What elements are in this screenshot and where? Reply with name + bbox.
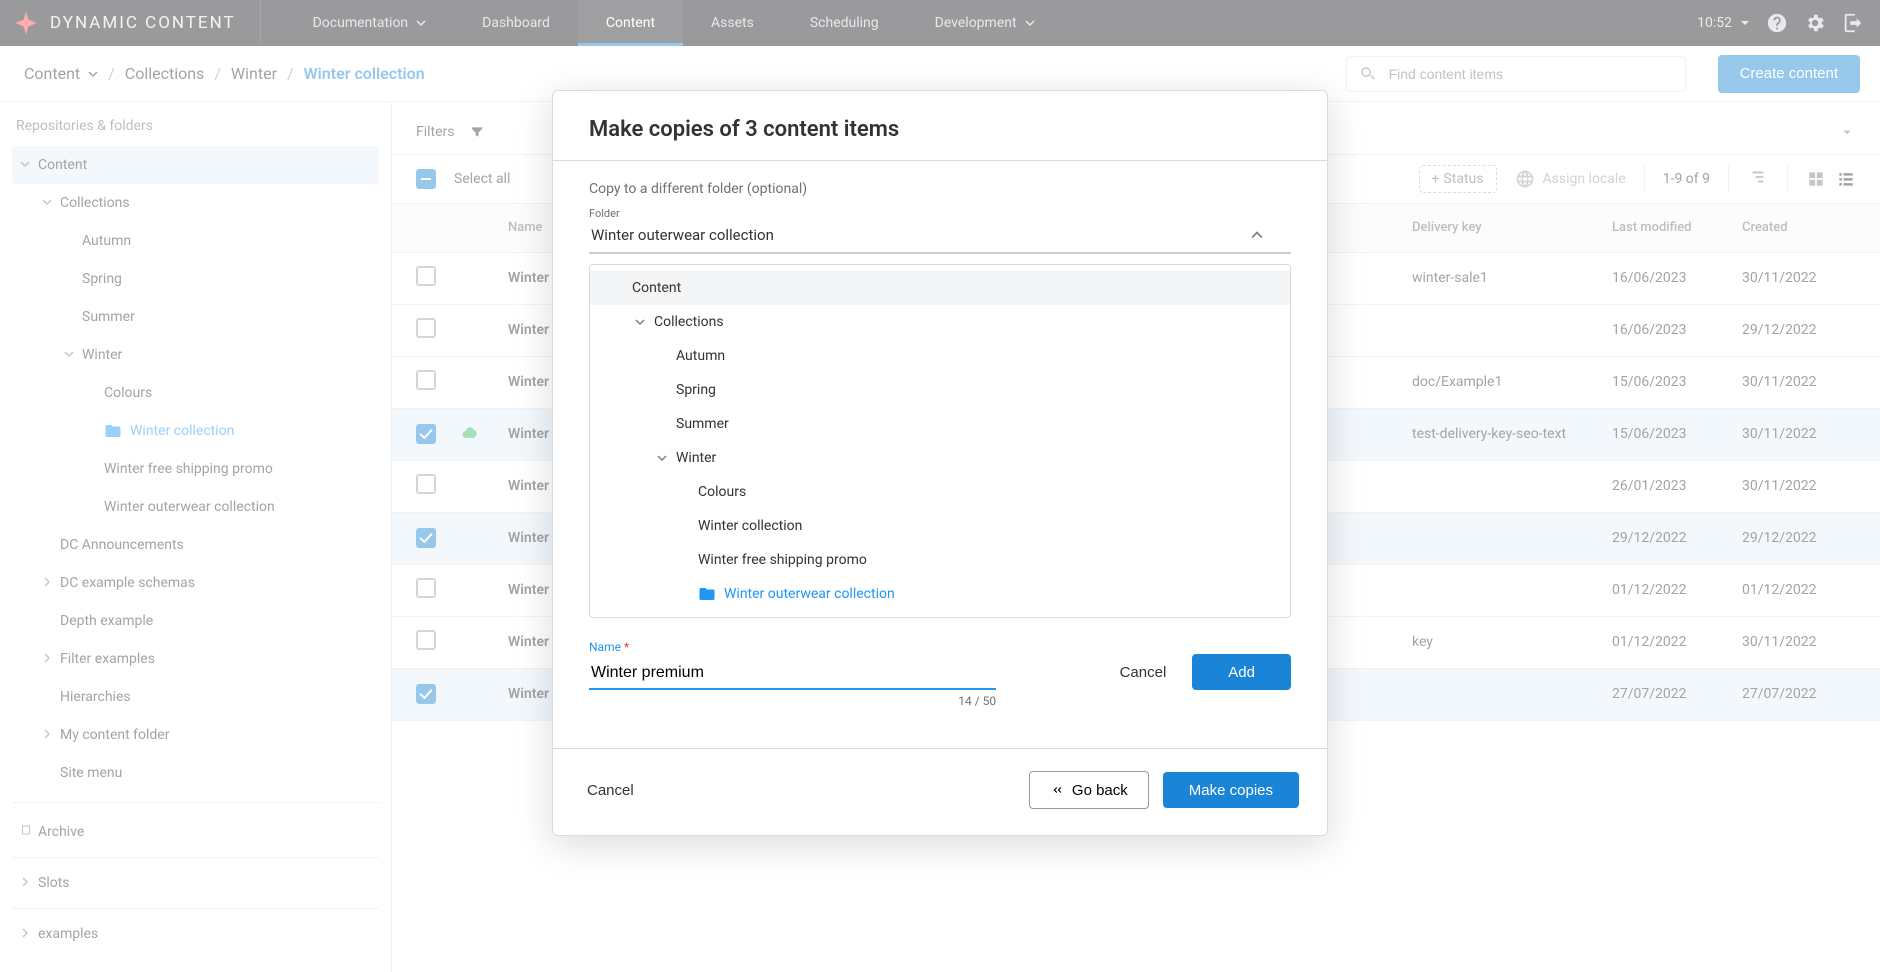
folder-option[interactable]: Autumn — [590, 339, 1290, 373]
cancel-name-button[interactable]: Cancel — [1114, 663, 1173, 682]
char-counter: 14 / 50 — [589, 694, 996, 708]
folder-option[interactable]: Summer — [590, 407, 1290, 441]
chevrons-left-icon — [1050, 783, 1064, 797]
modal: Make copies of 3 content items Copy to a… — [552, 90, 1328, 836]
folder-select-value: Winter outerwear collection — [591, 226, 774, 244]
folder-option[interactable]: Winter free shipping promo — [590, 543, 1290, 577]
modal-footer: Cancel Go back Make copies — [553, 748, 1327, 835]
folder-option[interactable]: Content — [590, 271, 1290, 305]
go-back-button[interactable]: Go back — [1029, 771, 1149, 809]
folder-field: Folder Winter outerwear collection Conte… — [589, 207, 1291, 618]
make-copies-button[interactable]: Make copies — [1163, 772, 1299, 808]
copy-to-label: Copy to a different folder (optional) — [589, 181, 1291, 197]
name-input[interactable] — [589, 658, 996, 690]
folder-option[interactable]: DC Announcements — [590, 611, 1290, 618]
chevron-up-icon — [1251, 229, 1263, 241]
name-section: Name * Cancel Add 14 / 50 — [589, 640, 1291, 708]
folder-select[interactable]: Winter outerwear collection — [589, 222, 1291, 254]
modal-overlay[interactable]: Make copies of 3 content items Copy to a… — [0, 0, 1880, 972]
folder-option[interactable]: Spring — [590, 373, 1290, 407]
folder-option[interactable]: Winter outerwear collection — [590, 577, 1290, 611]
modal-title: Make copies of 3 content items — [553, 91, 1327, 161]
add-button[interactable]: Add — [1192, 654, 1291, 690]
folder-option[interactable]: Colours — [590, 475, 1290, 509]
folder-option[interactable]: Winter — [590, 441, 1290, 475]
folder-option[interactable]: Winter collection — [590, 509, 1290, 543]
folder-option[interactable]: Collections — [590, 305, 1290, 339]
name-label: Name * — [589, 640, 1291, 654]
folder-dropdown[interactable]: ContentCollectionsAutumnSpringSummerWint… — [589, 264, 1291, 618]
cancel-button[interactable]: Cancel — [581, 781, 640, 800]
folder-label: Folder — [589, 207, 1291, 220]
